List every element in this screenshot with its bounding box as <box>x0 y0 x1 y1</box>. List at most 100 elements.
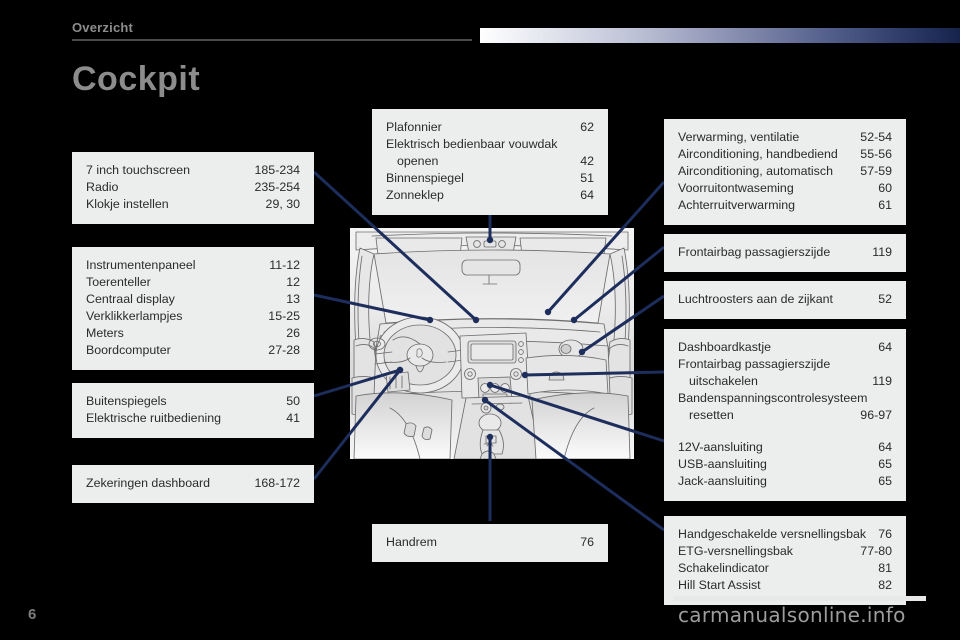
info-row: Airconditioning, automatisch 57-59 <box>678 163 892 180</box>
info-row-label: 7 inch touchscreen <box>86 163 191 177</box>
info-row-page: 26 <box>286 326 300 340</box>
info-row-page: 77-80 <box>860 544 892 558</box>
header-rule <box>72 39 472 41</box>
info-box-instrumentenpaneel: Instrumentenpaneel 11-12 Toerenteller 12 Cen… <box>72 247 314 370</box>
info-row-page: 51 <box>580 171 594 185</box>
info-box-verwarming-airco: Verwarming, ventilatie 52-54 Airconditioni… <box>664 119 906 225</box>
info-row-page: 15-25 <box>268 309 300 323</box>
info-row-page: 119 <box>872 374 892 388</box>
manual-page: Overzicht Cockpit 7 inch touchscreen 185… <box>0 0 960 640</box>
info-row: Zonneklep 64 <box>386 187 594 204</box>
info-row-label: Instrumentenpaneel <box>86 258 196 272</box>
info-box-touchscreen-radio: 7 inch touchscreen 185-234 Radio 235-254 Klo… <box>72 152 314 224</box>
info-row-page: 76 <box>580 535 594 549</box>
info-row: Frontairbag passagierszijde 119 <box>678 244 892 261</box>
info-row-label: Frontairbag passagierszijde <box>678 357 831 371</box>
info-row-label: Buitenspiegels <box>86 394 167 408</box>
info-row: Centraal display 13 <box>86 291 300 308</box>
watermark-text: carmanualsonline.info <box>678 603 906 627</box>
info-row-page: 55-56 <box>860 147 892 161</box>
info-row: Voorruitontwaseming 60 <box>678 180 892 197</box>
info-row-label: 12V-aansluiting <box>678 440 763 454</box>
info-row-label: Centraal display <box>86 292 175 306</box>
info-row-label: Binnenspiegel <box>386 171 464 185</box>
info-row-label: resetten <box>689 408 734 422</box>
info-row-label: Elektrische ruitbediening <box>86 411 221 425</box>
info-row-label: openen <box>397 154 439 168</box>
info-row-page: 65 <box>878 474 892 488</box>
info-row-label: Hill Start Assist <box>678 578 761 592</box>
info-row-page: 57-59 <box>860 164 892 178</box>
info-row-label: Verwarming, ventilatie <box>678 130 800 144</box>
info-row: Binnenspiegel 51 <box>386 170 594 187</box>
info-row: Bandenspanningscontrolesysteem <box>678 390 892 407</box>
info-row: Verwarming, ventilatie 52-54 <box>678 129 892 146</box>
info-row: Hill Start Assist 82 <box>678 577 892 594</box>
section-label: Overzicht <box>72 20 134 35</box>
info-row-label: Schakelindicator <box>678 561 769 575</box>
info-row-page: 185-234 <box>254 163 300 177</box>
info-row-page: 81 <box>878 561 892 575</box>
info-row-label: Radio <box>86 180 119 194</box>
info-row-page: 27-28 <box>268 343 300 357</box>
info-row: openen 42 <box>386 153 594 170</box>
info-row-page: 62 <box>580 120 594 134</box>
info-row-page: 13 <box>286 292 300 306</box>
info-row-label: Zekeringen dashboard <box>86 476 210 490</box>
info-row-label: Airconditioning, automatisch <box>678 164 833 178</box>
info-row-page: 50 <box>286 394 300 408</box>
info-row: Dashboardkastje 64 <box>678 339 892 356</box>
info-row: Verklikkerlampjes 15-25 <box>86 308 300 325</box>
info-row-label: Zonneklep <box>386 188 444 202</box>
info-box-handrem: Handrem 76 <box>372 524 608 562</box>
info-box-plafonnier-vouwdak: Plafonnier 62 Elektrisch bedienbaar vouwda… <box>372 109 608 215</box>
info-row-label: Luchtroosters aan de zijkant <box>678 292 833 306</box>
info-row: Schakelindicator 81 <box>678 560 892 577</box>
info-row-page: 52 <box>878 292 892 306</box>
info-row: 12V-aansluiting 64 <box>678 439 892 456</box>
page-title: Cockpit <box>72 60 201 98</box>
info-row: Toerenteller 12 <box>86 274 300 291</box>
info-row-label: Elektrisch bedienbaar vouwdak <box>386 137 558 151</box>
info-box-dashboardkastje: Dashboardkastje 64 Frontairbag passagiersz… <box>664 329 906 435</box>
info-row-label: Bandenspanningscontrolesysteem <box>678 391 868 405</box>
info-row: Frontairbag passagierszijde <box>678 356 892 373</box>
info-row: Handgeschakelde versnellingsbak 76 <box>678 526 892 543</box>
info-row-label: Handgeschakelde versnellingsbak <box>678 527 867 541</box>
car-cockpit-illustration <box>350 228 634 459</box>
info-row-label: Airconditioning, handbediend <box>678 147 838 161</box>
watermark-bar <box>673 596 926 601</box>
info-row: Plafonnier 62 <box>386 119 594 136</box>
info-row: Meters 26 <box>86 325 300 342</box>
info-box-zekeringen: Zekeringen dashboard 168-172 <box>72 465 314 503</box>
info-row-label: Plafonnier <box>386 120 442 134</box>
info-row-label: Verklikkerlampjes <box>86 309 183 323</box>
info-row-page: 42 <box>580 154 594 168</box>
info-row-label: Voorruitontwaseming <box>678 181 794 195</box>
info-row-page: 12 <box>286 275 300 289</box>
info-row: resetten 96-97 <box>678 407 892 424</box>
info-row-label: Meters <box>86 326 124 340</box>
info-box-aansluitingen: 12V-aansluiting 64 USB-aansluiting 65 Jack-a… <box>664 429 906 501</box>
info-row-page: 11-12 <box>269 258 300 272</box>
info-row: Achterruitverwarming 61 <box>678 197 892 214</box>
info-row-page: 41 <box>286 411 300 425</box>
info-row-label: uitschakelen <box>689 374 758 388</box>
info-box-frontairbag-passagierszijde: Frontairbag passagierszijde 119 <box>664 234 906 272</box>
info-row: Buitenspiegels 50 <box>86 393 300 410</box>
info-row: USB-aansluiting 65 <box>678 456 892 473</box>
info-row: Jack-aansluiting 65 <box>678 473 892 490</box>
page-number: 6 <box>28 606 37 623</box>
info-row: uitschakelen 119 <box>678 373 892 390</box>
info-row-page: 64 <box>878 340 892 354</box>
info-row: Boordcomputer 27-28 <box>86 342 300 359</box>
info-row-page: 82 <box>878 578 892 592</box>
info-row: Handrem 76 <box>386 534 594 551</box>
info-row-page: 65 <box>878 457 892 471</box>
info-row-page: 64 <box>878 440 892 454</box>
info-row-page: 235-254 <box>254 180 300 194</box>
info-row-label: Boordcomputer <box>86 343 171 357</box>
info-row-label: Jack-aansluiting <box>678 474 767 488</box>
info-row-page: 61 <box>878 198 892 212</box>
info-row-page: 52-54 <box>860 130 892 144</box>
